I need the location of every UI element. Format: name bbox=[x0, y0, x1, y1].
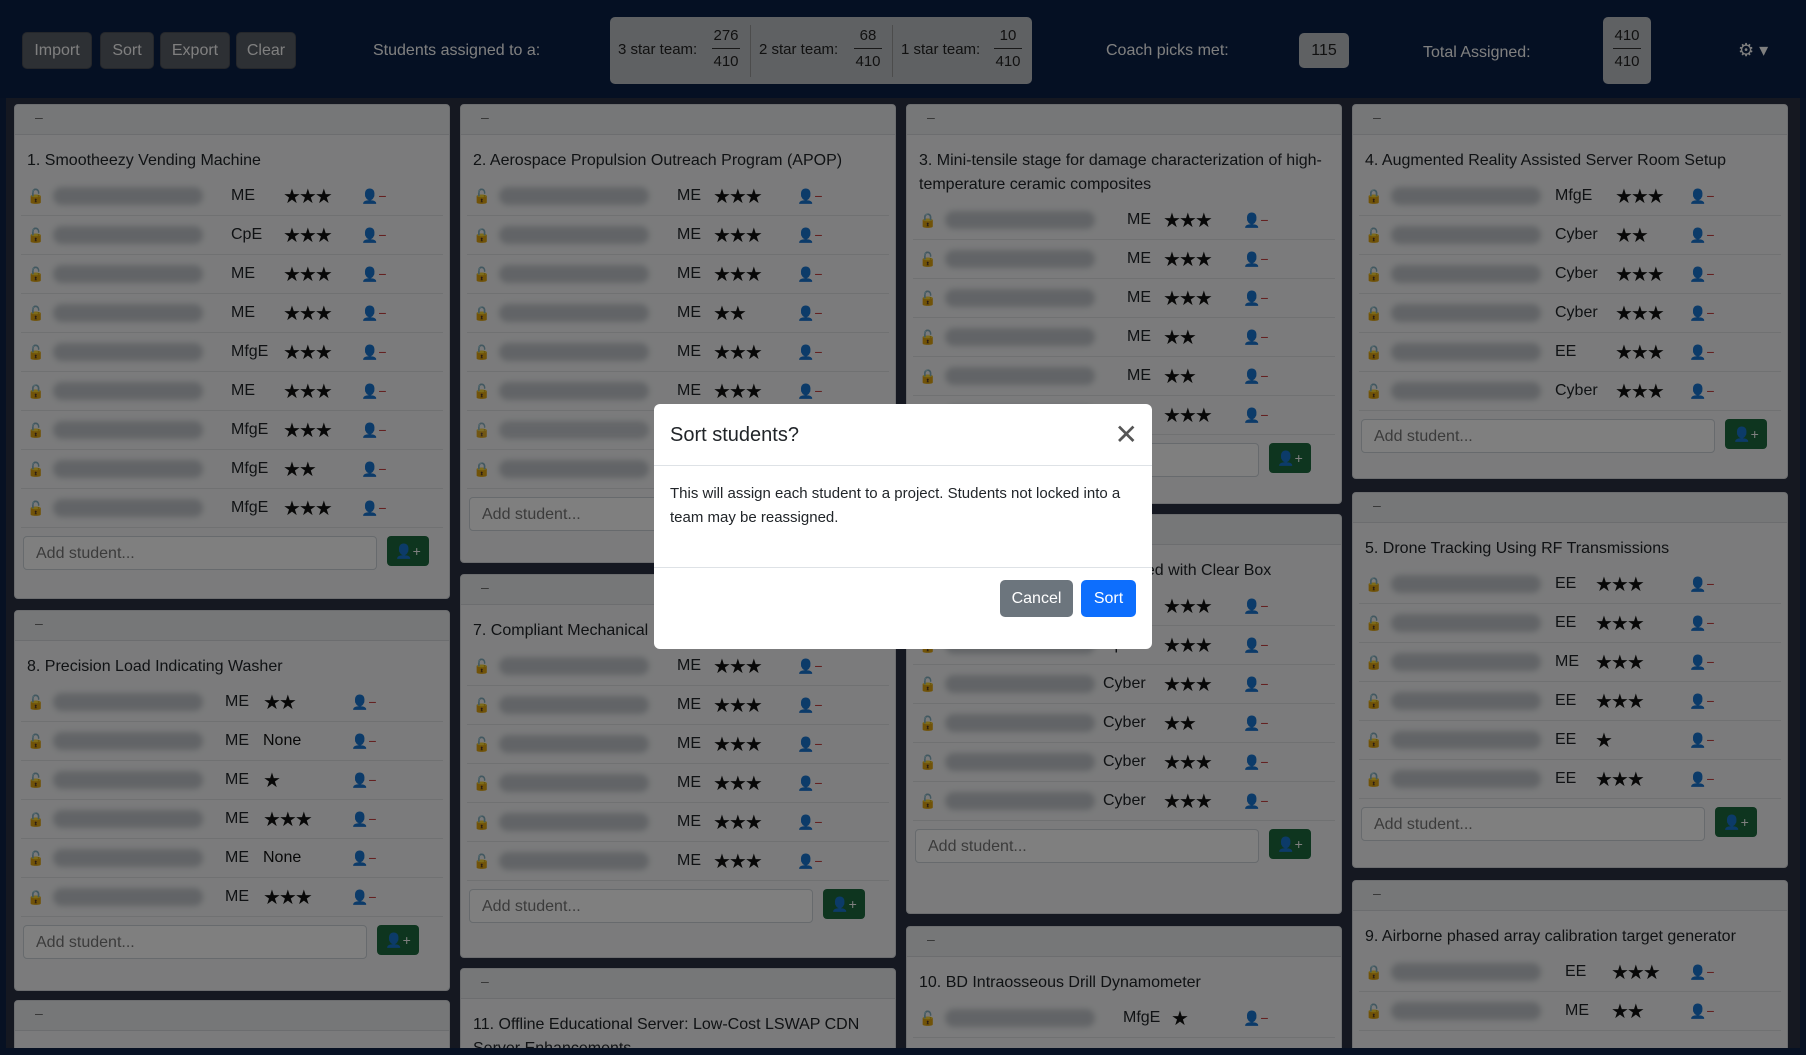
modal-body: This will assign each student to a proje… bbox=[654, 466, 1152, 568]
close-icon[interactable]: ✕ bbox=[1115, 418, 1138, 451]
cancel-button[interactable]: Cancel bbox=[1000, 580, 1073, 617]
modal-header: Sort students? ✕ bbox=[654, 404, 1152, 466]
confirm-sort-button[interactable]: Sort bbox=[1081, 580, 1136, 617]
modal-title: Sort students? bbox=[670, 424, 799, 446]
sort-confirm-dialog: Sort students? ✕ This will assign each s… bbox=[654, 404, 1152, 649]
